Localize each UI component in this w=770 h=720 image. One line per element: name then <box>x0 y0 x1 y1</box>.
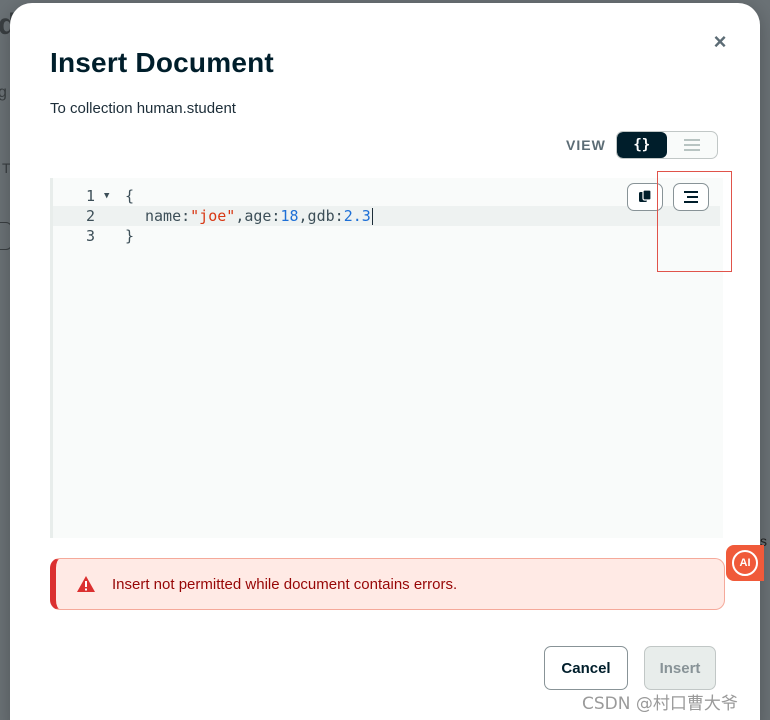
json-view-button[interactable]: {} <box>616 132 667 158</box>
line-number: 3 <box>85 227 95 245</box>
format-button[interactable] <box>673 183 709 211</box>
text-caret <box>371 208 373 225</box>
fold-arrow-icon[interactable]: ▼ <box>104 186 109 206</box>
error-banner: Insert not permitted while document cont… <box>50 558 725 610</box>
token-number: 2.3 <box>343 207 371 225</box>
background-text-fragment: g <box>0 84 7 101</box>
editor-line: 3 } <box>53 226 720 246</box>
ai-icon: AI <box>732 550 758 576</box>
line-number: 2 <box>85 207 95 225</box>
editor-line-current: 2 name:"joe",age:18,gdb:2.3 <box>53 206 720 226</box>
view-switcher: VIEW {} <box>566 131 718 159</box>
insert-document-modal: × Insert Document To collection human.st… <box>10 3 760 720</box>
copy-icon <box>639 189 652 202</box>
copy-button[interactable] <box>627 183 663 211</box>
editor-line: 1 ▼ { <box>53 186 720 206</box>
token-number: 18 <box>280 207 299 225</box>
format-icon <box>684 191 698 203</box>
token-key: ,age: <box>235 207 281 225</box>
code-text: name:"joe",age:18,gdb:2.3 <box>145 206 373 226</box>
json-editor[interactable]: 1 ▼ { 2 name:"joe",age:18,gdb:2.3 3 } <box>50 178 723 538</box>
modal-subtitle: To collection human.student <box>50 100 236 117</box>
insert-button[interactable]: Insert <box>644 646 716 690</box>
view-label: VIEW <box>566 137 606 153</box>
cancel-button[interactable]: Cancel <box>544 646 628 690</box>
token-string: "joe" <box>190 207 236 225</box>
code-text: } <box>125 227 135 245</box>
token-key: ,gdb: <box>298 207 344 225</box>
error-message: Insert not permitted while document cont… <box>112 575 458 593</box>
warning-icon <box>77 576 95 592</box>
braces-icon: {} <box>633 137 651 153</box>
list-icon <box>683 139 700 151</box>
list-view-button[interactable] <box>667 132 717 158</box>
close-icon[interactable]: × <box>710 31 730 53</box>
code-text: { <box>125 187 135 205</box>
line-number: 1 <box>85 187 95 205</box>
modal-title: Insert Document <box>50 47 274 78</box>
view-toggle: {} <box>615 131 718 159</box>
token-key: name: <box>145 207 191 225</box>
ai-assistant-button[interactable]: AI <box>726 545 764 581</box>
watermark: CSDN @村口曹大爷 <box>582 694 738 714</box>
